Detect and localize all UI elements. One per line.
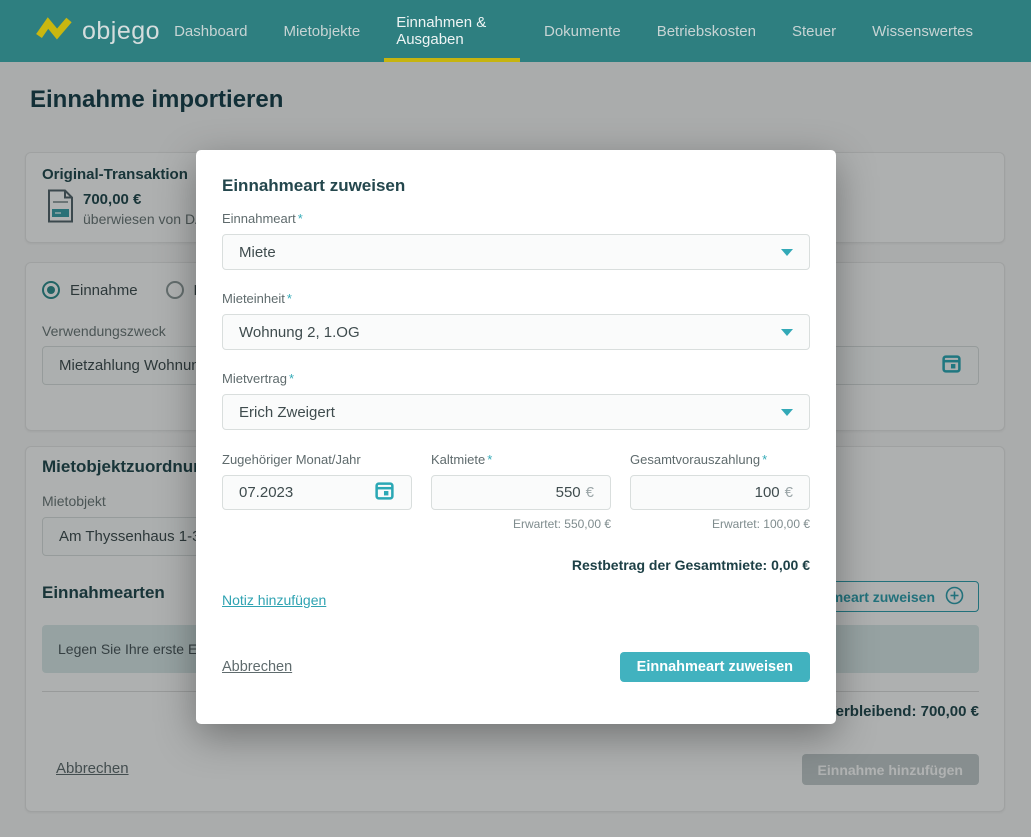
- tab-einnahmen-ausgaben[interactable]: Einnahmen & Ausgaben: [382, 0, 522, 62]
- required-marker: *: [298, 211, 303, 226]
- einnahmeart-value: Miete: [239, 244, 276, 261]
- chevron-down-icon: [781, 329, 793, 336]
- required-marker: *: [289, 371, 294, 386]
- vorauszahlung-value: 100: [755, 484, 780, 501]
- main-nav: Dashboard Mietobjekte Einnahmen & Ausgab…: [160, 0, 987, 62]
- einnahmeart-label: Einnahmeart*: [222, 211, 810, 226]
- tab-betriebskosten[interactable]: Betriebskosten: [643, 0, 770, 62]
- tab-steuer[interactable]: Steuer: [778, 0, 850, 62]
- tab-wissenswertes[interactable]: Wissenswertes: [858, 0, 987, 62]
- add-note-link[interactable]: Notiz hinzufügen: [222, 592, 326, 608]
- required-marker: *: [287, 291, 292, 306]
- monat-label: Zugehöriger Monat/Jahr: [222, 452, 412, 467]
- einnahmeart-select[interactable]: Miete: [222, 234, 810, 270]
- mietvertrag-value: Erich Zweigert: [239, 404, 335, 421]
- brand-name: objego: [82, 17, 160, 46]
- euro-suffix: €: [586, 484, 594, 501]
- mieteinheit-select[interactable]: Wohnung 2, 1.OG: [222, 314, 810, 350]
- euro-suffix: €: [785, 484, 793, 501]
- assign-income-type-submit-button[interactable]: Einnahmeart zuweisen: [620, 652, 810, 682]
- kaltmiete-value: 550: [556, 484, 581, 501]
- calendar-icon[interactable]: [374, 480, 395, 505]
- modal-cancel-link[interactable]: Abbrechen: [222, 659, 292, 675]
- assign-income-type-modal: Einnahmeart zuweisen Einnahmeart* Miete …: [196, 150, 836, 724]
- chevron-down-icon: [781, 249, 793, 256]
- required-marker: *: [487, 452, 492, 467]
- mietvertrag-label: Mietvertrag*: [222, 371, 810, 386]
- mieteinheit-value: Wohnung 2, 1.OG: [239, 324, 360, 341]
- kaltmiete-label: Kaltmiete*: [431, 452, 611, 467]
- tab-dashboard[interactable]: Dashboard: [160, 0, 261, 62]
- rest-amount-text: Restbetrag der Gesamtmiete: 0,00 €: [222, 557, 810, 573]
- mieteinheit-label: Mieteinheit*: [222, 291, 810, 306]
- vorauszahlung-expected: Erwartet: 100,00 €: [630, 517, 810, 531]
- vorauszahlung-label: Gesamtvorauszahlung*: [630, 452, 810, 467]
- chevron-down-icon: [781, 409, 793, 416]
- kaltmiete-expected: Erwartet: 550,00 €: [431, 517, 611, 531]
- kaltmiete-input[interactable]: 550 €: [431, 475, 611, 510]
- tab-mietobjekte[interactable]: Mietobjekte: [269, 0, 374, 62]
- tab-dokumente[interactable]: Dokumente: [530, 0, 635, 62]
- brand-logo[interactable]: objego: [36, 0, 160, 62]
- modal-title: Einnahmeart zuweisen: [222, 176, 810, 196]
- modal-footer: Abbrechen Einnahmeart zuweisen: [222, 652, 810, 682]
- top-nav-bar: objego Dashboard Mietobjekte Einnahmen &…: [0, 0, 1031, 62]
- objego-zigzag-icon: [36, 15, 72, 47]
- mietvertrag-select[interactable]: Erich Zweigert: [222, 394, 810, 430]
- monat-input[interactable]: 07.2023: [222, 475, 412, 510]
- monat-value: 07.2023: [239, 484, 293, 501]
- required-marker: *: [762, 452, 767, 467]
- vorauszahlung-input[interactable]: 100 €: [630, 475, 810, 510]
